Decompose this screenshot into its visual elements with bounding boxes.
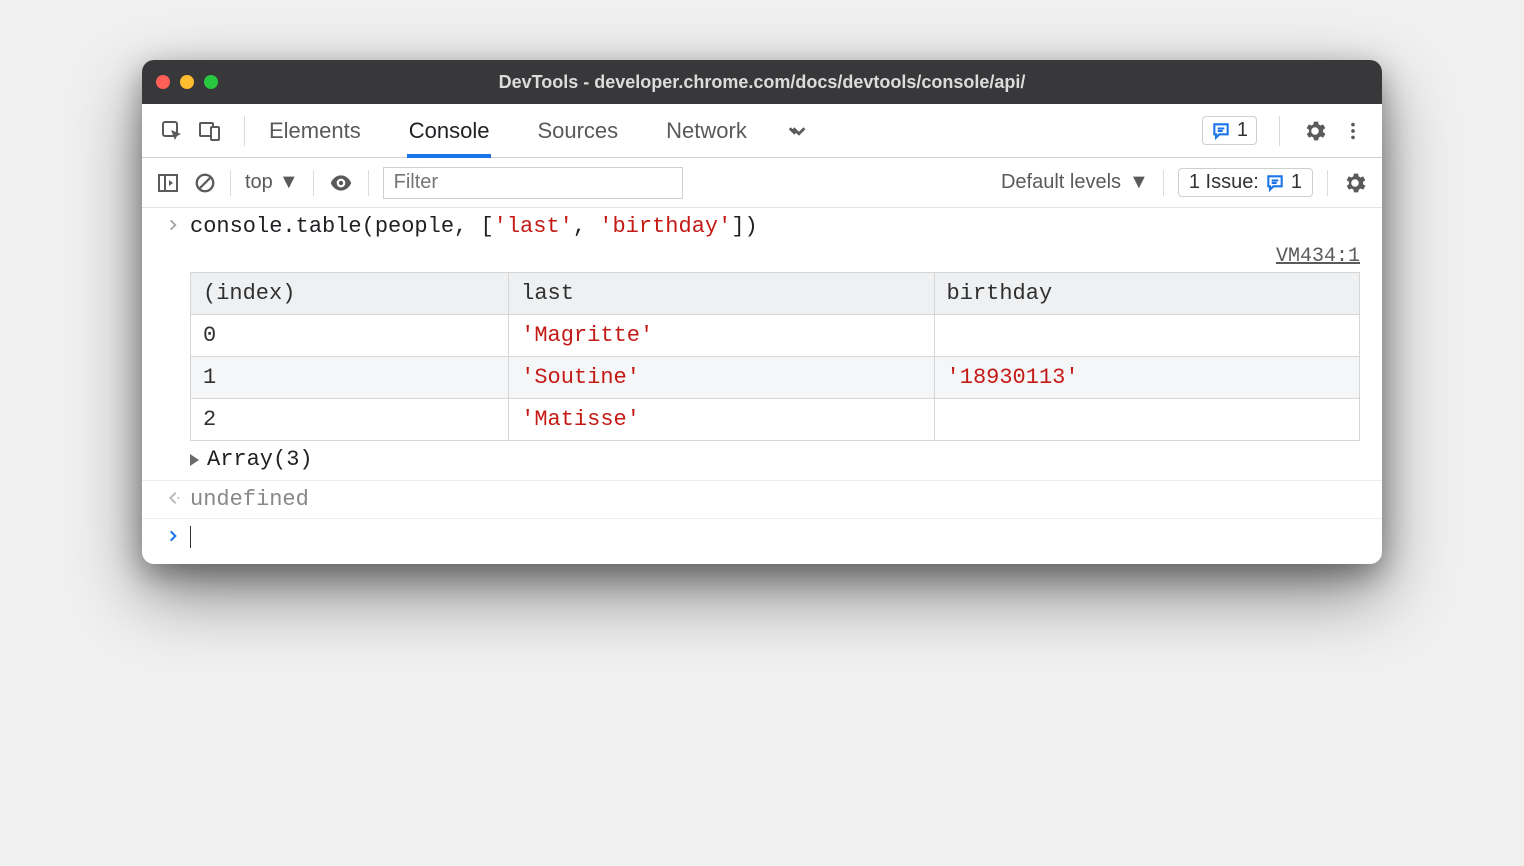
kebab-menu-icon[interactable] <box>1342 120 1364 142</box>
devtools-window: DevTools - developer.chrome.com/docs/dev… <box>142 60 1382 564</box>
issues-count: 1 <box>1291 171 1302 194</box>
tab-network[interactable]: Network <box>664 104 749 158</box>
window-controls <box>156 75 218 89</box>
live-expression-icon[interactable] <box>328 170 354 196</box>
settings-icon[interactable] <box>1302 118 1328 144</box>
source-link[interactable]: VM434:1 <box>1276 245 1360 268</box>
execution-context-select[interactable]: top ▼ <box>245 171 299 194</box>
table-header[interactable]: birthday <box>934 273 1359 315</box>
console-input[interactable] <box>190 525 191 550</box>
console-return-row: undefined <box>142 481 1382 519</box>
filter-input[interactable] <box>394 171 672 194</box>
filter-input-wrap[interactable] <box>383 167 683 199</box>
tab-sources[interactable]: Sources <box>535 104 620 158</box>
log-levels-select[interactable]: Default levels ▼ <box>1001 171 1149 194</box>
close-window-button[interactable] <box>156 75 170 89</box>
return-chevron-icon <box>156 487 190 507</box>
console-table-output: (index) last birthday 0 'Magritte' 1 'So… <box>142 272 1382 447</box>
execution-context-label: top <box>245 171 273 194</box>
console-input-echo: console.table(people, ['last', 'birthday… <box>142 208 1382 245</box>
more-tabs-icon[interactable] <box>787 120 809 142</box>
log-levels-label: Default levels <box>1001 171 1121 194</box>
clear-console-icon[interactable] <box>194 172 216 194</box>
return-value: undefined <box>190 487 309 512</box>
table-cell <box>934 399 1359 441</box>
minimize-window-button[interactable] <box>180 75 194 89</box>
message-icon <box>1211 121 1231 141</box>
table-cell: 1 <box>191 357 509 399</box>
prompt-chevron-icon <box>156 525 190 545</box>
maximize-window-button[interactable] <box>204 75 218 89</box>
table-header-row: (index) last birthday <box>191 273 1360 315</box>
table-row: 1 'Soutine' '18930113' <box>191 357 1360 399</box>
table-header[interactable]: last <box>509 273 934 315</box>
titlebar: DevTools - developer.chrome.com/docs/dev… <box>142 60 1382 104</box>
devtools-tabs-bar: Elements Console Sources Network 1 <box>142 104 1382 158</box>
issues-label: 1 Issue: <box>1189 171 1259 194</box>
output-table: (index) last birthday 0 'Magritte' 1 'So… <box>190 272 1360 441</box>
console-settings-icon[interactable] <box>1342 170 1368 196</box>
table-cell: 'Matisse' <box>509 399 934 441</box>
source-link-row: VM434:1 <box>142 245 1382 272</box>
table-row: 2 'Matisse' <box>191 399 1360 441</box>
tab-elements[interactable]: Elements <box>267 104 363 158</box>
input-chevron-icon <box>156 214 190 234</box>
inspect-element-icon[interactable] <box>160 119 184 143</box>
tab-console[interactable]: Console <box>407 104 492 158</box>
chevron-down-icon: ▼ <box>279 171 299 194</box>
device-toolbar-icon[interactable] <box>198 119 222 143</box>
table-cell: 'Magritte' <box>509 315 934 357</box>
table-cell <box>934 315 1359 357</box>
array-summary: Array(3) <box>207 447 313 472</box>
window-title: DevTools - developer.chrome.com/docs/dev… <box>142 72 1382 93</box>
table-cell: 2 <box>191 399 509 441</box>
table-cell: 0 <box>191 315 509 357</box>
table-cell: 'Soutine' <box>509 357 934 399</box>
table-header[interactable]: (index) <box>191 273 509 315</box>
table-cell: '18930113' <box>934 357 1359 399</box>
console-command-text: console.table(people, ['last', 'birthday… <box>190 214 758 239</box>
console-input-row[interactable] <box>142 519 1382 564</box>
array-expand-toggle[interactable]: Array(3) <box>142 447 1382 481</box>
issues-badge[interactable]: 1 Issue: 1 <box>1178 168 1313 197</box>
messages-badge[interactable]: 1 <box>1202 116 1257 145</box>
devtools-tabs: Elements Console Sources Network <box>267 104 749 158</box>
message-icon <box>1265 173 1285 193</box>
chevron-down-icon: ▼ <box>1129 171 1149 194</box>
console-toolbar: top ▼ Default levels ▼ 1 Issue: 1 <box>142 158 1382 208</box>
table-row: 0 'Magritte' <box>191 315 1360 357</box>
messages-count: 1 <box>1237 119 1248 142</box>
sidebar-toggle-icon[interactable] <box>156 171 180 195</box>
console-body: console.table(people, ['last', 'birthday… <box>142 208 1382 564</box>
triangle-right-icon <box>190 454 199 466</box>
